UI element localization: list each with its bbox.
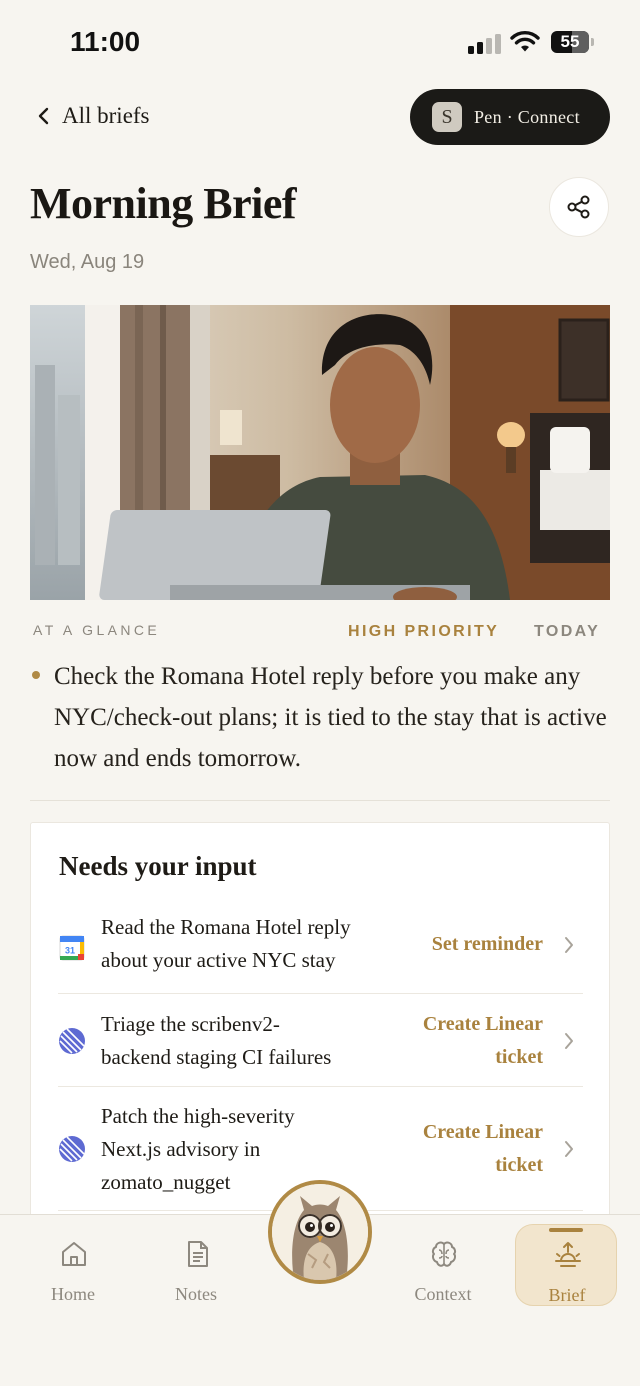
share-icon	[567, 195, 590, 219]
tab-home[interactable]: Home	[22, 1224, 124, 1306]
pen-badge-icon: S	[432, 102, 462, 132]
tab-label: Notes	[175, 1284, 217, 1304]
chevron-right-icon	[565, 1141, 573, 1157]
wifi-icon	[510, 31, 540, 52]
action-label: ticket	[495, 1046, 543, 1068]
cellular-signal-icon	[468, 32, 502, 54]
linear-icon	[59, 1028, 85, 1054]
status-time: 11:00	[70, 26, 141, 57]
tab-label: Context	[414, 1284, 472, 1304]
hero-photo	[30, 305, 610, 600]
share-button[interactable]	[549, 177, 609, 237]
create-linear-ticket-button[interactable]: Create Linear ticket	[393, 1116, 543, 1182]
set-reminder-button[interactable]: Set reminder	[393, 928, 543, 961]
task-row[interactable]: Triage the scribenv2- backend staging CI…	[58, 994, 583, 1087]
task-text-line: backend staging CI failures	[101, 1045, 332, 1069]
tab-label: Brief	[548, 1285, 586, 1305]
bullet-dot	[32, 671, 40, 679]
task-text-line: Triage the scribenv2-	[101, 1012, 280, 1036]
create-linear-ticket-button[interactable]: Create Linear ticket	[393, 1008, 543, 1074]
task-row[interactable]: 31 Read the Romana Hotel reply about you…	[58, 911, 583, 994]
task-text-line: about your active NYC stay	[101, 948, 336, 972]
task-text-line: Next.js advisory in	[101, 1137, 261, 1161]
action-label: Create Linear	[422, 1013, 543, 1035]
chevron-right-icon	[565, 1033, 573, 1049]
owl-avatar-icon	[272, 1184, 368, 1280]
task-text-line: Read the Romana Hotel reply	[101, 915, 351, 939]
active-tab-indicator	[549, 1228, 583, 1232]
action-label: ticket	[495, 1154, 543, 1176]
timeframe-badge: TODAY	[534, 623, 601, 640]
glance-section-label: AT A GLANCE	[33, 622, 161, 638]
back-label: All briefs	[62, 103, 150, 128]
task-text-line: Patch the high-severity	[101, 1104, 295, 1128]
calendar-day: 31	[65, 946, 75, 956]
tab-label: Home	[51, 1284, 95, 1304]
card-title: Needs your input	[59, 851, 257, 881]
battery-icon: 55	[551, 31, 589, 53]
battery-tip	[591, 38, 594, 46]
tab-context[interactable]: Context	[392, 1224, 494, 1306]
home-icon	[62, 1242, 86, 1266]
chevron-left-icon	[38, 107, 49, 125]
section-divider	[30, 800, 610, 801]
brief-date: Wed, Aug 19	[30, 251, 145, 273]
connect-label: Pen · Connect	[474, 106, 580, 127]
tab-brief[interactable]: Brief	[515, 1224, 617, 1306]
brain-icon	[431, 1241, 457, 1267]
priority-badge: HIGH PRIORITY	[348, 623, 500, 640]
google-calendar-icon: 31	[59, 935, 85, 961]
battery-level: 55	[560, 32, 580, 51]
tab-notes[interactable]: Notes	[145, 1224, 247, 1306]
back-button[interactable]: All briefs	[36, 100, 150, 132]
action-label: Set reminder	[431, 933, 543, 955]
page-title: Morning Brief	[30, 179, 297, 228]
sunrise-icon	[555, 1242, 581, 1267]
notes-icon	[188, 1241, 208, 1267]
status-bar: 11:00 55	[0, 0, 640, 86]
pen-connect-button[interactable]: S Pen · Connect	[410, 89, 610, 145]
owl-assistant-button[interactable]	[268, 1180, 372, 1284]
needs-input-card: Needs your input 31 Read the Romana Hote…	[30, 822, 610, 1242]
linear-icon	[59, 1136, 85, 1162]
chevron-right-icon	[565, 937, 573, 953]
glance-summary: Check the Romana Hotel reply before you …	[54, 663, 607, 772]
action-label: Create Linear	[422, 1121, 543, 1143]
